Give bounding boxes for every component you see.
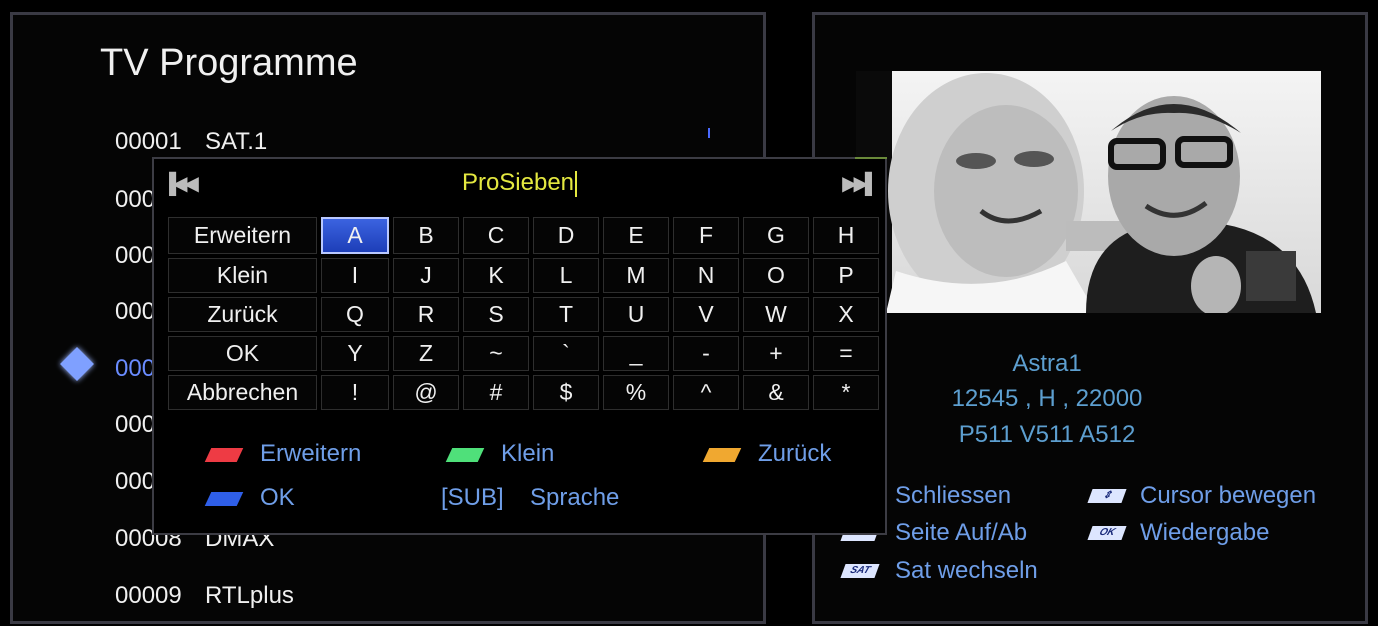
key[interactable]: Y — [321, 336, 389, 371]
sat-key-icon: SAT — [840, 564, 880, 578]
key-function[interactable]: Erweitern — [168, 217, 317, 254]
text-caret — [575, 170, 578, 197]
legend-sub-key: [SUB] — [441, 484, 504, 511]
help-play: Wiedergabe — [1140, 519, 1270, 546]
help-close: Schliessen — [895, 482, 1012, 509]
scrollbar-indicator[interactable] — [708, 128, 710, 138]
yellow-key-icon — [702, 448, 742, 462]
keyboard-grid: Erweitern A B C D E F G H Klein I J K L … — [164, 213, 883, 414]
key[interactable]: E — [603, 217, 669, 254]
key[interactable]: % — [603, 375, 669, 410]
keyboard-dialog: ▐◀◀ ▶▶▌ ProSieben Erweitern A B C D E F … — [152, 157, 887, 535]
legend-yellow: Zurück — [758, 440, 832, 467]
key[interactable]: D — [533, 217, 599, 254]
key[interactable]: ! — [321, 375, 389, 410]
key[interactable]: S — [463, 297, 529, 332]
legend-green: Klein — [501, 440, 555, 467]
legend-sub-label: Sprache — [530, 484, 620, 511]
key[interactable]: ` — [533, 336, 599, 371]
key[interactable]: L — [533, 258, 599, 293]
key[interactable]: I — [321, 258, 389, 293]
key[interactable]: F — [673, 217, 739, 254]
key[interactable]: B — [393, 217, 459, 254]
green-key-icon — [445, 448, 485, 462]
key[interactable]: J — [393, 258, 459, 293]
key[interactable]: X — [813, 297, 879, 332]
key-function[interactable]: OK — [168, 336, 317, 371]
key[interactable]: Z — [393, 336, 459, 371]
ok-key-icon: OK — [1087, 526, 1127, 540]
key[interactable]: O — [743, 258, 809, 293]
up-down-key-icon: ⇕ — [1087, 489, 1127, 503]
legend-blue: OK — [260, 484, 295, 511]
page-title: TV Programme — [100, 42, 358, 84]
legend-red: Erweitern — [260, 440, 362, 467]
key[interactable]: H — [813, 217, 879, 254]
help-sat: Sat wechseln — [895, 557, 1038, 584]
key[interactable]: P — [813, 258, 879, 293]
help-cursor: Cursor bewegen — [1140, 482, 1317, 509]
key[interactable]: * — [813, 375, 879, 410]
key[interactable]: R — [393, 297, 459, 332]
video-preview — [856, 71, 1321, 313]
key[interactable]: Q — [321, 297, 389, 332]
key-function[interactable]: Klein — [168, 258, 317, 293]
key[interactable]: W — [743, 297, 809, 332]
key[interactable]: N — [673, 258, 739, 293]
key-selected[interactable]: A — [321, 217, 389, 254]
pid-info: P511 V511 A512 — [958, 421, 1136, 448]
key[interactable]: $ — [533, 375, 599, 410]
key[interactable]: + — [743, 336, 809, 371]
key[interactable]: V — [673, 297, 739, 332]
dialog-accent — [855, 157, 887, 159]
key[interactable]: = — [813, 336, 879, 371]
key[interactable]: _ — [603, 336, 669, 371]
key[interactable]: @ — [393, 375, 459, 410]
key[interactable]: K — [463, 258, 529, 293]
channel-row[interactable]: 00001 SAT.1 — [115, 128, 267, 156]
key[interactable]: G — [743, 217, 809, 254]
key[interactable]: T — [533, 297, 599, 332]
blue-key-icon — [204, 492, 244, 506]
key-function[interactable]: Zurück — [168, 297, 317, 332]
key[interactable]: ^ — [673, 375, 739, 410]
key[interactable]: & — [743, 375, 809, 410]
key[interactable]: ~ — [463, 336, 529, 371]
key[interactable]: - — [673, 336, 739, 371]
key[interactable]: U — [603, 297, 669, 332]
satellite-name: Astra1 — [1012, 350, 1082, 377]
key[interactable]: C — [463, 217, 529, 254]
key-function[interactable]: Abbrechen — [168, 375, 317, 410]
red-key-icon — [204, 448, 244, 462]
key[interactable]: # — [463, 375, 529, 410]
channel-row[interactable]: 00009 RTLplus — [115, 582, 294, 610]
help-page: Seite Auf/Ab — [895, 519, 1028, 546]
text-input[interactable]: ProSieben — [154, 169, 885, 197]
key[interactable]: M — [603, 258, 669, 293]
transponder-info: 12545 , H , 22000 — [951, 385, 1143, 412]
